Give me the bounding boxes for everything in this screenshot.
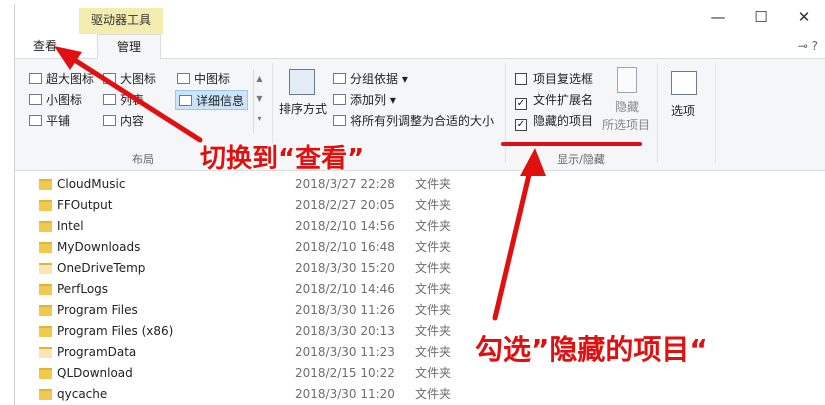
arrow-to-view-tab-icon <box>54 46 203 143</box>
annotation-switch-to-view: 切换到“查看” <box>200 144 365 174</box>
arrow-to-hidden-items-icon <box>492 148 546 321</box>
annotation-check-hidden-items: 勾选”隐藏的项目“ <box>475 333 708 366</box>
